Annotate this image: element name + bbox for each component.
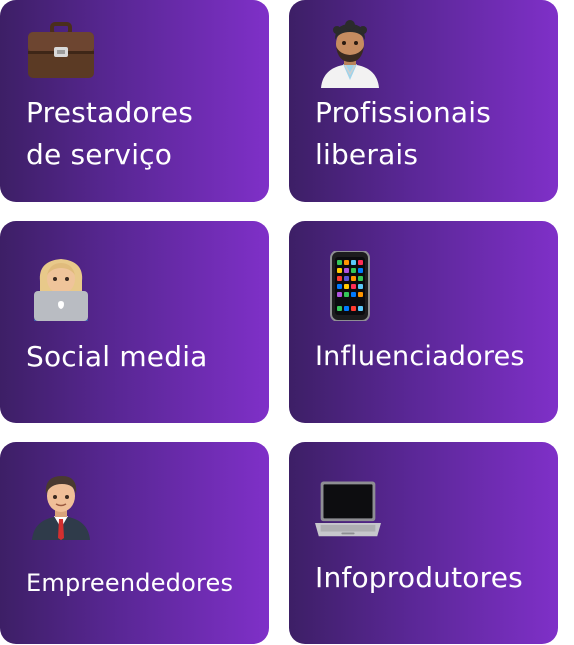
smartphone-icon [330, 251, 370, 321]
card-infoprodutores[interactable]: Infoprodutores [289, 442, 558, 644]
card-label: Influenciadores [315, 341, 525, 372]
card-label: Social media [26, 340, 208, 373]
card-social-media[interactable]: Social media [0, 221, 269, 423]
card-empreendedores[interactable]: Empreendedores [0, 442, 269, 644]
card-label: Profissionais liberais [315, 96, 492, 171]
card-label: Infoprodutores [315, 561, 523, 594]
laptop-icon [315, 481, 381, 537]
health-worker-icon [321, 20, 379, 88]
businessman-icon [32, 476, 90, 540]
card-prestadores-de-servico[interactable]: Prestadores de serviço [0, 0, 269, 202]
card-label: Prestadores de serviço [26, 96, 194, 171]
briefcase-icon [28, 22, 94, 78]
person-laptop-icon [34, 259, 88, 321]
card-influenciadores[interactable]: Influenciadores [289, 221, 558, 423]
audience-grid: Prestadores de serviço Profissionais lib… [0, 0, 574, 645]
card-profissionais-liberais[interactable]: Profissionais liberais [289, 0, 558, 202]
card-label: Empreendedores [26, 569, 234, 597]
